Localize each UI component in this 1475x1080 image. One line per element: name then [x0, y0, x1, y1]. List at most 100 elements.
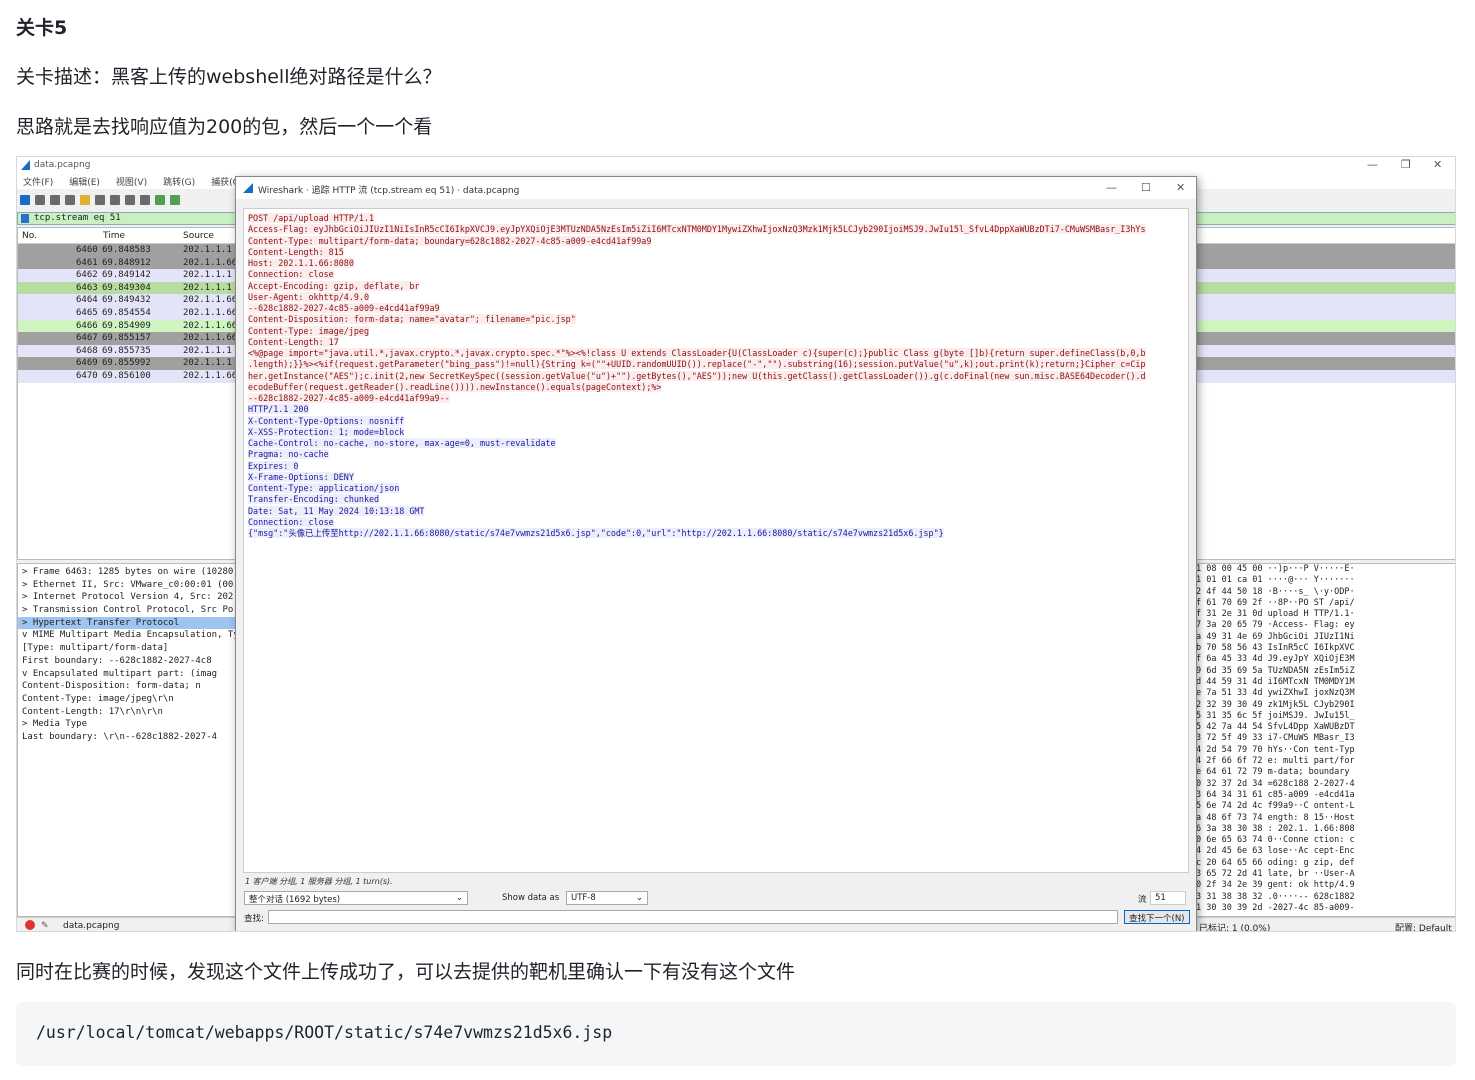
- find-label: 查找:: [244, 914, 264, 924]
- close-icon[interactable]: ✕: [1433, 158, 1442, 171]
- start-capture-icon[interactable]: [20, 195, 30, 205]
- menu-go[interactable]: 跳转(G): [163, 178, 195, 188]
- detail-item[interactable]: v Encapsulated multipart part: (imag: [18, 668, 236, 681]
- go-back-icon[interactable]: [155, 195, 165, 205]
- client-line: <%@page import="java.util.*,javax.crypto…: [248, 348, 1146, 358]
- find-icon[interactable]: [140, 195, 150, 205]
- stream-number-spinner[interactable]: 51: [1150, 891, 1186, 905]
- packet-no: 6469: [76, 358, 98, 369]
- bookmark-icon[interactable]: [21, 214, 29, 223]
- detail-item[interactable]: First boundary: --628c1882-2027-4c8: [18, 655, 236, 668]
- client-line: .length);}}%><%if(request.getParameter("…: [248, 359, 1146, 370]
- conversation-value: 整个对话 (1692 bytes): [249, 895, 341, 905]
- wireshark-title: data.pcapng: [34, 160, 91, 170]
- col-no[interactable]: No.: [22, 231, 37, 241]
- client-line: ecodeBuffer(request.getReader().readLine…: [248, 381, 662, 392]
- server-line: Pragma: no-cache: [248, 449, 329, 460]
- save-icon[interactable]: [95, 195, 105, 205]
- detail-item[interactable]: > Frame 6463: 1285 bytes on wire (10280 …: [18, 566, 244, 579]
- detail-item[interactable]: > Media Type: [18, 718, 236, 731]
- chevron-down-icon: ⌄: [635, 893, 643, 903]
- hex-line: 0 2f 34 2e 39 gent: ok http/4.9: [1196, 880, 1355, 891]
- packet-no: 6468: [76, 345, 98, 356]
- encoding-value: UTF-8: [571, 893, 596, 903]
- wireshark-titlebar: data.pcapng — ❐ ✕: [17, 157, 1455, 175]
- restore-icon[interactable]: ❐: [1401, 158, 1411, 171]
- packet-time: 69.856100: [102, 370, 151, 381]
- packet-source: 202.1.1.66: [183, 333, 238, 344]
- detail-item[interactable]: Content-Length: 17\r\n\r\n: [18, 706, 236, 719]
- wireshark-screenshot: data.pcapng — ❐ ✕ 文件(F) 编辑(E) 视图(V) 跳转(G) 捕获…: [16, 156, 1456, 932]
- col-source[interactable]: Source: [183, 231, 214, 241]
- find-input[interactable]: [268, 910, 1118, 924]
- dialog-logo-icon: [243, 183, 253, 193]
- packet-source: 202.1.1.1: [183, 345, 232, 356]
- packet-details-pane: > Frame 6463: 1285 bytes on wire (10280 …: [17, 563, 244, 917]
- close-file-icon[interactable]: [110, 195, 120, 205]
- packet-no: 6466: [76, 320, 98, 331]
- hex-line: e 7a 51 33 4d ywiZXhwI joxNzQ3M: [1196, 688, 1355, 699]
- dialog-close-icon[interactable]: ✕: [1176, 181, 1185, 194]
- reload-icon[interactable]: [125, 195, 135, 205]
- hex-line: a 48 6f 73 74 ength: 8 15··Host: [1196, 812, 1355, 823]
- capture-status-icon[interactable]: [25, 920, 35, 930]
- hex-line: 4 2d 54 79 70 hYs··Con tent-Typ: [1196, 744, 1355, 755]
- hex-line: 3 31 38 38 32 .0····-- 628c1882: [1196, 891, 1355, 902]
- edit-comment-icon[interactable]: ✎: [41, 921, 49, 931]
- conversation-select[interactable]: 整个对话 (1692 bytes) ⌄: [244, 891, 468, 905]
- col-time[interactable]: Time: [103, 231, 125, 241]
- options-icon[interactable]: [65, 195, 75, 205]
- hex-line: 6 3a 38 30 38 : 202.1. 1.66:808: [1196, 823, 1355, 834]
- approach-text: 思路就是去找响应值为200的包，然后一个一个看: [16, 116, 433, 138]
- go-forward-icon[interactable]: [170, 195, 180, 205]
- restart-capture-icon[interactable]: [50, 195, 60, 205]
- section-heading: 关卡5: [16, 17, 68, 39]
- packet-time: 69.854909: [102, 320, 151, 331]
- detail-item[interactable]: > Internet Protocol Version 4, Src: 202.: [18, 591, 239, 604]
- detail-item[interactable]: [Type: multipart/form-data]: [18, 642, 236, 655]
- client-line: Accept-Encoding: gzip, deflate, br: [248, 280, 420, 291]
- hex-line: 1 30 30 39 2d -2027-4c 85-a009-: [1196, 902, 1355, 913]
- code-block: /usr/local/tomcat/webapps/ROOT/static/s7…: [16, 1002, 1456, 1066]
- minimize-icon[interactable]: —: [1367, 158, 1378, 171]
- detail-item[interactable]: Last boundary: \r\n--628c1882-2027-4: [18, 731, 236, 744]
- hex-line: 5 6e 74 2d 4c f99a9··C ontent-L: [1196, 801, 1355, 812]
- packet-source: 202.1.1.1: [183, 282, 232, 293]
- packet-time: 69.855992: [102, 358, 151, 369]
- conclusion-text: 同时在比赛的时候，发现这个文件上传成功了，可以去提供的靶机里确认一下有没有这个文…: [16, 961, 796, 983]
- server-line: X-XSS-Protection: 1; mode=block: [248, 426, 405, 437]
- hex-line: 2 32 39 30 49 zk1Mjk5L CJyb290I: [1196, 699, 1355, 710]
- detail-item[interactable]: > Ethernet II, Src: VMware_c0:00:01 (00:: [18, 579, 239, 592]
- packet-source: 202.1.1.66: [183, 257, 238, 268]
- dialog-minimize-icon[interactable]: —: [1106, 181, 1117, 194]
- detail-item[interactable]: > Transmission Control Protocol, Src Por: [18, 604, 239, 617]
- open-file-icon[interactable]: [80, 195, 90, 205]
- wireshark-logo-icon: [21, 160, 30, 170]
- server-line: Date: Sat, 11 May 2024 10:13:18 GMT: [248, 505, 425, 516]
- packet-no: 6460: [76, 245, 98, 255]
- stop-capture-icon[interactable]: [35, 195, 45, 205]
- menu-edit[interactable]: 编辑(E): [69, 178, 100, 188]
- menu-file[interactable]: 文件(F): [23, 178, 53, 188]
- detail-item[interactable]: > Hypertext Transfer Protocol: [18, 616, 236, 630]
- detail-item[interactable]: v MIME Multipart Media Encapsulation, Ty…: [18, 629, 244, 642]
- client-line: Content-Type: multipart/form-data; bound…: [248, 235, 652, 246]
- dialog-maximize-icon[interactable]: ☐: [1141, 181, 1151, 194]
- client-line: Content-Type: image/jpeg: [248, 325, 370, 336]
- detail-item[interactable]: Content-Disposition: form-data; n: [18, 680, 236, 693]
- packet-source: 202.1.1.66: [183, 295, 238, 306]
- find-next-button[interactable]: 查找下一个(N): [1124, 910, 1190, 924]
- hex-line: 9 6d 35 69 5a TUzNDA5N zEsIm5iZ: [1196, 665, 1355, 676]
- stream-content[interactable]: POST /api/upload HTTP/1.1 Access-Flag: ey…: [243, 208, 1189, 873]
- status-profile[interactable]: 配置: Default: [1395, 921, 1452, 931]
- packet-no: 6470: [76, 370, 98, 381]
- encoding-select[interactable]: UTF-8 ⌄: [566, 891, 648, 905]
- menu-view[interactable]: 视图(V): [116, 178, 147, 188]
- packet-time: 69.855157: [102, 333, 151, 344]
- detail-item[interactable]: Content-Type: image/jpeg\r\n: [18, 693, 236, 706]
- hex-line: 1 08 00 45 00 ··)p···P V·····E·: [1196, 564, 1355, 574]
- hex-line: e 64 61 72 79 m-data; boundary: [1196, 767, 1350, 778]
- server-line: Cache-Control: no-cache, no-store, max-a…: [248, 438, 556, 448]
- client-line: Content-Disposition: form-data; name="av…: [248, 314, 576, 325]
- display-filter-value: tcp.stream eq 51: [34, 213, 121, 223]
